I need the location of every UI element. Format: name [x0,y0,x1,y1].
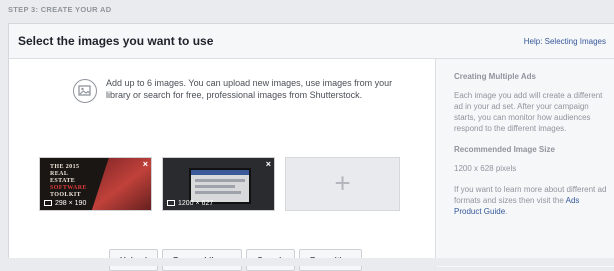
poster-line: REAL [50,171,69,177]
recommended-size: 1200 x 628 pixels [454,164,517,173]
poster-line: ESTATE [50,178,76,184]
add-image-slot[interactable]: + [285,157,400,211]
dimensions-text: 298 × 190 [55,200,87,207]
image-dimensions: 1200 × 627 [167,200,213,207]
sidebar-text: If you want to learn more about differen… [454,185,607,205]
screen-row [195,191,241,194]
sidebar-text: . [505,207,508,216]
help-link[interactable]: Help: Selecting Images [524,37,606,46]
close-icon[interactable]: × [266,159,271,169]
poster-line: SOFTWARE [50,185,87,191]
dimensions-text: 1200 × 627 [178,200,214,207]
screen-row [195,179,245,182]
poster-line: TOOLKIT [50,192,82,198]
image-size-icon [167,200,175,206]
image-area: Add up to 6 images. You can upload new i… [9,59,435,271]
panel-header: Select the images you want to use Help: … [9,24,614,59]
sidebar-heading: Creating Multiple Ads [454,72,536,81]
image-dimensions: 298 × 190 [44,200,86,207]
screen-header-bar [191,170,249,175]
sidebar-paragraph: If you want to learn more about differen… [454,184,607,217]
step-label: STEP 3: CREATE YOUR AD [8,5,112,14]
thumbnail-poster-text: THE 2015 REAL ESTATE SOFTWARE TOOLKIT [50,164,108,204]
sidebar-paragraph: Each image you add will create a differe… [454,91,603,133]
panel-title: Select the images you want to use [18,34,214,48]
sidebar-heading: Recommended Image Size [454,145,555,154]
image-size-icon [44,200,52,206]
image-selection-panel: Select the images you want to use Help: … [8,23,614,271]
bottom-divider [0,258,614,266]
screen-row [195,185,235,188]
poster-line: THE 2015 [50,164,80,170]
help-sidebar: Creating Multiple Ads Each image you add… [435,59,614,267]
image-upload-icon [73,79,97,103]
laptop-screen-image [189,168,251,204]
plus-icon: + [334,167,351,199]
image-thumbnail[interactable]: THE 2015 REAL ESTATE SOFTWARE TOOLKIT × … [39,157,152,211]
image-thumbnail[interactable]: × 1200 × 627 [162,157,275,211]
close-icon[interactable]: × [143,159,148,169]
intro-text: Add up to 6 images. You can upload new i… [106,78,393,100]
